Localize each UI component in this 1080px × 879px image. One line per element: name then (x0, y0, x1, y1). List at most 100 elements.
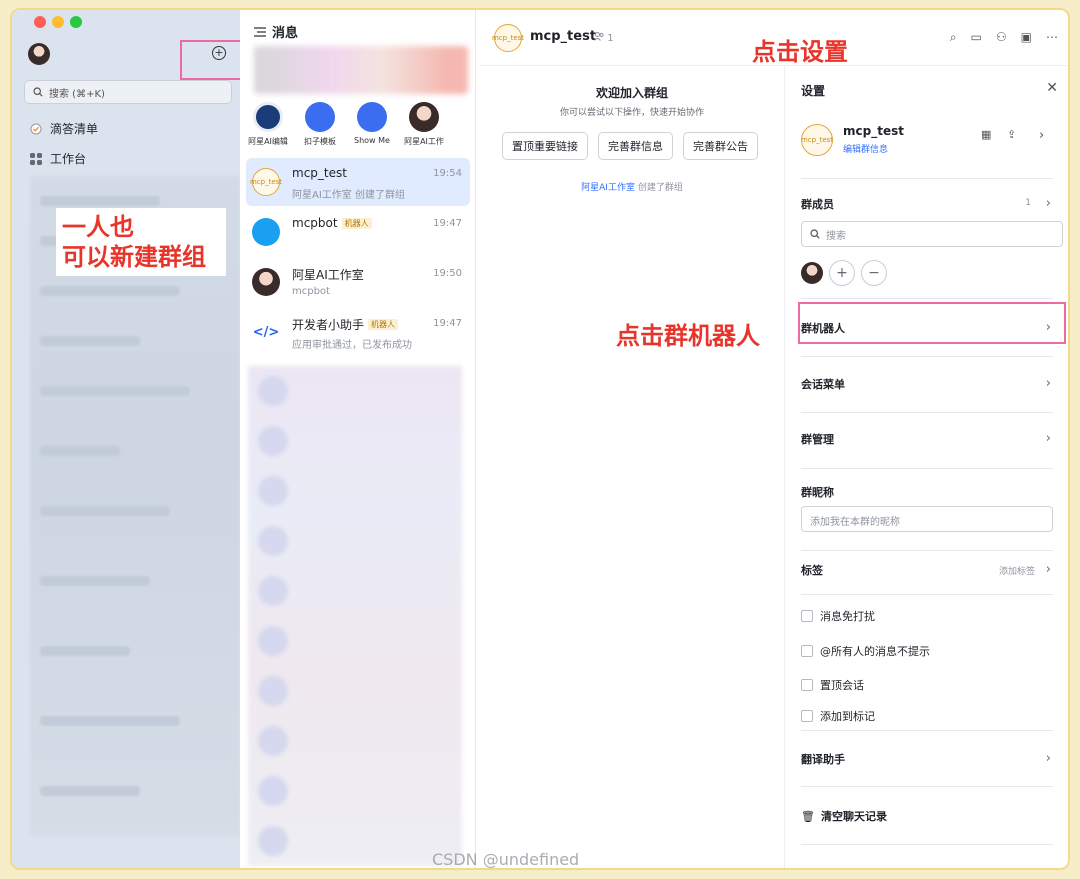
clear-history-row[interactable]: 🗑 清空聊天记录 (801, 808, 1055, 828)
divider (801, 550, 1053, 551)
message-list-title: 消息 (254, 22, 298, 41)
settings-panel: 设置 ✕ mcp_ test mcp_test 编辑群信息 ▦ ⇪ › 群成员 1… (784, 66, 1068, 868)
conversation-studio[interactable]: 阿星AI工作室 mcpbot 19:50 (246, 258, 470, 306)
member-avatar[interactable] (801, 262, 823, 284)
add-member-icon[interactable]: ⚇ (996, 30, 1007, 45)
creator-link[interactable]: 阿星AI工作室 (581, 183, 635, 193)
nickname-input[interactable]: 添加我在本群的昵称 (801, 506, 1053, 532)
conversation-preview: 阿星AI工作室 创建了群组 (292, 190, 405, 201)
tags-row[interactable]: 标签 添加标签 › (801, 562, 1055, 582)
bot-shortcut[interactable]: 扣子模板 (298, 102, 342, 147)
bot-label: Show Me (354, 136, 390, 145)
remove-member-button[interactable]: − (861, 260, 887, 286)
sidebar-item-workbench[interactable]: 工作台 (30, 150, 86, 167)
divider (801, 844, 1053, 845)
calendar-icon[interactable]: ▣ (1021, 30, 1032, 45)
share-icon[interactable]: ⇪ (1007, 128, 1016, 141)
more-icon[interactable]: ⋯ (1046, 30, 1058, 45)
avatar-text: mcp_ (249, 178, 269, 186)
conversation-preview: 应用审批通过，已发布成功 (292, 340, 412, 351)
search-chat-icon[interactable]: ⌕ (950, 30, 957, 45)
sidebar-item-dida[interactable]: 滴答清单 (30, 120, 98, 137)
add-mark-checkbox[interactable]: 添加到标记 (801, 708, 875, 724)
conversation-time: 19:47 (433, 318, 462, 329)
checkbox-label: 置顶会话 (820, 679, 864, 692)
code-bracket-icon: </> (252, 318, 280, 346)
close-window-icon[interactable] (34, 16, 46, 28)
add-member-button[interactable]: + (829, 260, 855, 286)
member-search-placeholder: 搜索 (826, 230, 846, 242)
row-label: 翻译助手 (801, 753, 845, 766)
sidebar-search-input[interactable]: 搜索 (⌘+K) (24, 80, 232, 104)
member-avatars: + − (801, 260, 887, 286)
bot-tag: 机器人 (341, 217, 372, 229)
bot-template-icon (305, 102, 335, 132)
session-menu-row[interactable]: 会话菜单 › (801, 376, 1055, 396)
checkbox-icon (801, 645, 813, 657)
conversation-time: 19:54 (433, 168, 462, 179)
bot-shortcut[interactable]: Show Me (350, 102, 394, 147)
user-avatar (252, 268, 280, 296)
mention-all-checkbox[interactable]: @所有人的消息不提示 (801, 643, 930, 659)
conversation-time: 19:47 (433, 218, 462, 229)
bot-shortcut[interactable]: 阿星AI编辑 (246, 102, 290, 147)
check-circle-icon (30, 123, 42, 134)
user-avatar[interactable] (28, 43, 50, 65)
add-tag-link[interactable]: 添加标签 (999, 564, 1035, 577)
pin-links-button[interactable]: 置顶重要链接 (502, 132, 588, 160)
chevron-right-icon: › (1045, 751, 1051, 766)
app-window: + 搜索 (⌘+K) 滴答清单 工作台 一人也 可以新建群组 消息 阿星AI编辑… (10, 8, 1070, 870)
divider (801, 786, 1053, 787)
conversation-mcpbot[interactable]: mcpbot 机器人 19:47 (246, 208, 470, 256)
bot-showme-icon (357, 102, 387, 132)
conversation-mcp-test[interactable]: mcp_ test mcp_test 阿星AI工作室 创建了群组 19:54 (246, 158, 470, 206)
group-members-row[interactable]: 群成员 1 › (801, 196, 1055, 216)
bot-shortcut[interactable]: 阿星AI工作 (402, 102, 446, 147)
row-label: 会话菜单 (801, 378, 845, 391)
bot-tag: 机器人 (368, 319, 399, 330)
group-info-button[interactable]: 完善群信息 (598, 132, 673, 160)
people-icon (594, 32, 604, 41)
menu-icon[interactable] (254, 26, 266, 37)
header-toolbar: ⌕ ▭ ⚇ ▣ ⋯ (950, 30, 1058, 45)
avatar-text: mcp_ (800, 136, 820, 144)
edit-group-info-link[interactable]: 编辑群信息 (843, 142, 888, 155)
avatar-text: test (268, 178, 283, 186)
annotation-new-group: 一人也 可以新建群组 (56, 208, 226, 276)
trash-icon: 🗑 (801, 810, 815, 823)
sidebar-item-label: 工作台 (50, 152, 87, 166)
welcome-card: 欢迎加入群组 你可以尝试以下操作，快速开始协作 (480, 84, 784, 118)
mute-checkbox[interactable]: 消息免打扰 (801, 608, 875, 624)
member-count[interactable]: 1 (594, 32, 614, 44)
group-notice-button[interactable]: 完善群公告 (683, 132, 758, 160)
conversation-preview: mcpbot (292, 286, 330, 297)
conversation-name: 开发者小助手 (292, 318, 365, 332)
bot-editor-icon (253, 102, 283, 132)
chevron-right-icon[interactable]: › (1039, 128, 1044, 143)
conversation-name: 阿星AI工作室 (292, 268, 364, 282)
conversation-dev-assistant[interactable]: </> 开发者小助手 机器人 应用审批通过，已发布成功 19:47 (246, 308, 470, 356)
system-message: 阿星AI工作室 创建了群组 (480, 180, 784, 193)
group-manage-row[interactable]: 群管理 › (801, 431, 1055, 451)
pin-chat-checkbox[interactable]: 置顶会话 (801, 677, 864, 693)
translate-row[interactable]: 翻译助手 › (801, 751, 1055, 771)
qr-code-icon[interactable]: ▦ (981, 128, 991, 141)
group-nickname-label: 群昵称 (801, 484, 1055, 504)
group-avatar[interactable]: mcp_ test (801, 124, 833, 156)
close-icon[interactable]: ✕ (1046, 80, 1058, 96)
group-avatar[interactable]: mcp_ test (492, 24, 524, 52)
chat-header: mcp_ test mcp_test 1 点击设置 ⌕ ▭ ⚇ ▣ ⋯ (480, 10, 1068, 66)
cube-bot-icon (252, 218, 280, 246)
bot-label: 阿星AI工作 (404, 137, 444, 146)
chat-area: mcp_ test mcp_test 1 点击设置 ⌕ ▭ ⚇ ▣ ⋯ 欢迎加入群… (480, 10, 1068, 868)
video-call-icon[interactable]: ▭ (971, 30, 982, 45)
checkbox-icon (801, 610, 813, 622)
minimize-window-icon[interactable] (52, 16, 64, 28)
sidebar-item-label: 滴答清单 (50, 122, 99, 136)
annotation-click-settings: 点击设置 (752, 38, 848, 66)
maximize-window-icon[interactable] (70, 16, 82, 28)
checkbox-label: 消息免打扰 (820, 610, 875, 623)
divider (801, 178, 1053, 179)
member-search-input[interactable]: 搜索 (801, 221, 1063, 247)
row-label: 标签 (801, 564, 823, 577)
